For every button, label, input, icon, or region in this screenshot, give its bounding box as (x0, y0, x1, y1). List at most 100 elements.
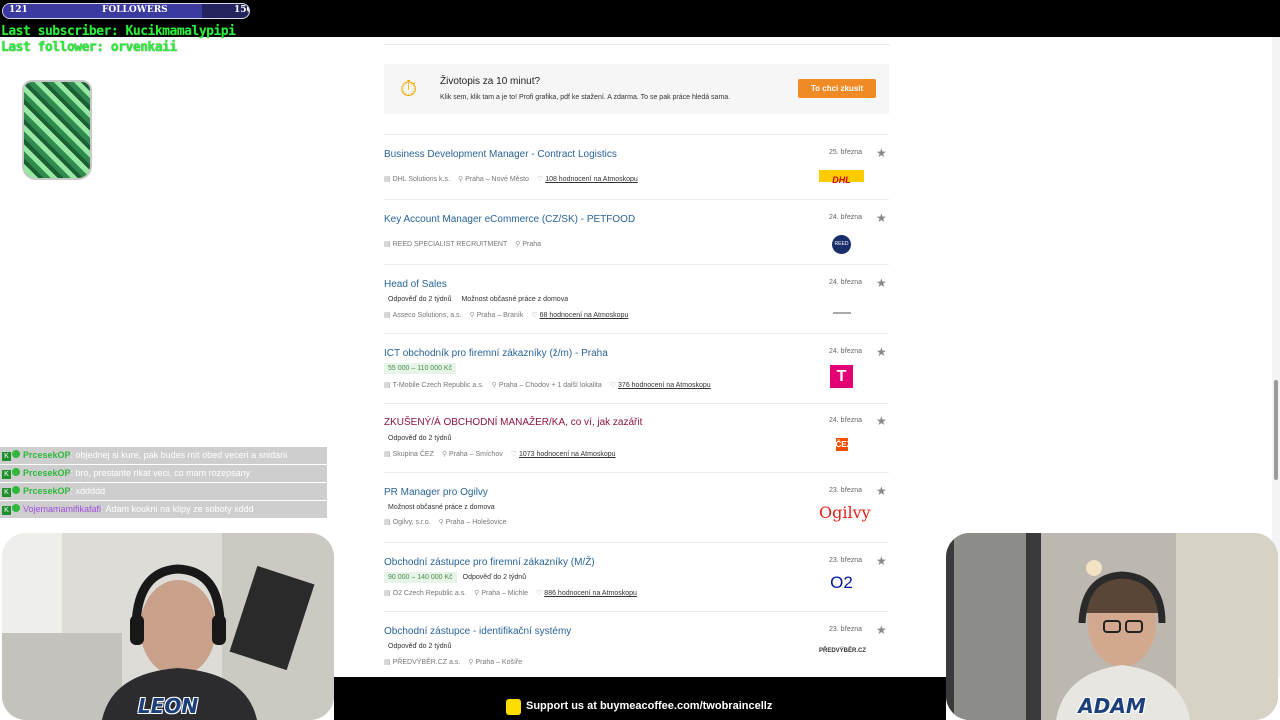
chat-username: PrcesekOP (23, 450, 71, 460)
star-icon[interactable]: ★ (876, 623, 887, 637)
building-icon: ▤ (384, 519, 391, 526)
screen: 121 FOLLOWERS 150 Last subscriber: Kucik… (0, 0, 1280, 720)
job-location: Praha – Nové Město (465, 176, 529, 183)
company-name: PŘEDVÝBĚR.CZ a.s. (392, 659, 461, 666)
webcam-right: ADAM (946, 533, 1278, 720)
job-listing[interactable]: Key Account Manager eCommerce (CZ/SK) - … (384, 199, 889, 264)
location-pin-icon: ⚲ (469, 312, 475, 319)
star-icon[interactable]: ★ (876, 554, 887, 568)
stream-chat: K PrcesekOP: objednej si kure, pak budes … (0, 447, 327, 519)
job-title-link[interactable]: Obchodní zástupce - identifikační systém… (384, 626, 571, 637)
company-name: DHL Solutions k.s. (392, 176, 450, 183)
chat-text: : bro, prestante rikat veci, co mam roze… (70, 468, 251, 478)
reviews-link[interactable]: 1073 hodnocení na Atmoskopu (519, 451, 616, 458)
support-banner: Support us at buymeacoffee.com/twobrainc… (334, 677, 946, 720)
webcam-left-video (2, 533, 334, 720)
job-location: Praha – Holešovice (445, 519, 507, 526)
job-meta: ▤ REED SPECIALIST RECRUITMENT ⚲ Praha (384, 240, 541, 248)
reviews-link[interactable]: 376 hodnocení na Atmoskopu (618, 382, 711, 389)
tag: Možnost občasné práce z domova (388, 504, 495, 511)
job-date: 25. března (829, 149, 863, 156)
job-location: Praha – Košíře (475, 659, 523, 666)
job-list: Business Development Manager - Contract … (384, 134, 889, 677)
star-icon[interactable]: ★ (876, 211, 887, 225)
chat-text: : objednej si kure, pak budes mit obed v… (70, 450, 288, 460)
company-name: T-Mobile Czech Republic a.s. (392, 382, 484, 389)
job-title-link[interactable]: Business Development Manager - Contract … (384, 149, 617, 160)
chat-message: K PrcesekOP: xddddd (0, 483, 327, 500)
job-listing[interactable]: Obchodní zástupce - identifikační systém… (384, 611, 889, 677)
job-listing[interactable]: Business Development Manager - Contract … (384, 134, 889, 199)
scrollbar-thumb[interactable] (1274, 380, 1278, 480)
followers-goal: 150 (234, 5, 249, 15)
heart-icon: ♡ (536, 590, 543, 597)
company-logo: Ogilvy (819, 503, 871, 522)
badge-icon: K (2, 452, 11, 461)
company-name: REED SPECIALIST RECRUITMENT (392, 241, 508, 248)
promo-title: Životopis za 10 minut? (440, 76, 541, 87)
location-pin-icon: ⚲ (491, 382, 497, 389)
chat-message: K Vojemamamifikafafi: Adam koukni na klip… (0, 501, 327, 518)
chat-username: PrcesekOP (23, 468, 71, 478)
job-listing[interactable]: PR Manager pro Ogilvy 23. března ★ Možno… (384, 472, 889, 542)
heart-icon: ♡ (510, 451, 517, 458)
tag: Odpověď do 2 týdnů (462, 574, 527, 581)
job-date: 23. března (829, 557, 863, 564)
star-icon[interactable]: ★ (876, 414, 887, 428)
company-logo: PŘEDVÝBĚR.CZ (819, 648, 867, 654)
company-name: O2 Czech Republic a.s. (392, 590, 467, 597)
salary-tag: 90 000 – 140 000 Kč (384, 572, 457, 583)
webcam-right-video (946, 533, 1278, 720)
stopwatch-icon: ⏱ (400, 76, 418, 101)
heart-icon: ♡ (609, 382, 617, 389)
company-logo: DHL (819, 170, 864, 185)
reviews-link[interactable]: 886 hodnocení na Atmoskopu (544, 590, 637, 597)
star-icon[interactable]: ★ (876, 345, 887, 359)
job-date: 24. března (829, 214, 863, 221)
chat-message: K PrcesekOP: objednej si kure, pak budes … (0, 447, 327, 464)
job-listing[interactable]: ICT obchodník pro firemní zákazníky (ž/m… (384, 333, 889, 403)
building-icon: ▤ (384, 659, 391, 666)
tag: Odpověď do 2 týdnů (388, 435, 452, 442)
coffee-cup-icon (506, 699, 521, 715)
company-name: Ogilvy, s.r.o. (392, 519, 431, 526)
reviews-link[interactable]: 68 hodnocení na Atmoskopu (540, 312, 629, 319)
job-title-link[interactable]: Obchodní zástupce pro firemní zákazníky … (384, 557, 595, 568)
location-pin-icon: ⚲ (457, 176, 464, 183)
job-location: Praha – Braník (476, 312, 524, 319)
job-date: 23. března (829, 487, 863, 494)
job-tags: Odpověď do 2 týdnů (384, 641, 457, 652)
building-icon: ▤ (384, 382, 391, 389)
reviews-link[interactable]: 108 hodnocení na Atmoskopu (545, 176, 638, 183)
job-title-link[interactable]: Key Account Manager eCommerce (CZ/SK) - … (384, 214, 635, 225)
building-icon: ▤ (384, 176, 391, 183)
building-icon: ▤ (384, 590, 391, 597)
location-pin-icon: ⚲ (515, 241, 521, 248)
location-pin-icon: ⚲ (474, 590, 480, 597)
job-title-link[interactable]: Head of Sales (384, 279, 447, 290)
heart-icon: ♡ (536, 176, 544, 183)
job-meta: ▤ T-Mobile Czech Republic a.s. ⚲ Praha – Ch… (384, 381, 711, 389)
job-tags: Odpověď do 2 týdnů (384, 433, 457, 444)
cv-promo-banner: ⏱ Životopis za 10 minut? Klik sem, klik … (384, 64, 889, 114)
job-listing[interactable]: Head of Sales 24. března ★ Odpověď do 2 … (384, 264, 889, 333)
star-icon[interactable]: ★ (876, 146, 887, 160)
job-title-link[interactable]: ZKUŠENÝ/Á OBCHODNÍ MANAŽER/KA, co ví, ja… (384, 417, 642, 428)
job-listing[interactable]: Obchodní zástupce pro firemní zákazníky … (384, 542, 889, 611)
job-listing[interactable]: ZKUŠENÝ/Á OBCHODNÍ MANAŽER/KA, co ví, ja… (384, 403, 889, 472)
job-date: 24. března (829, 348, 863, 355)
company-name: Skupina ČEZ (392, 451, 434, 458)
tag: Odpověď do 2 týdnů (388, 643, 452, 650)
star-icon[interactable]: ★ (876, 276, 887, 290)
tip-jar-icon (22, 80, 92, 180)
job-title-link[interactable]: ICT obchodník pro firemní zákazníky (ž/m… (384, 348, 608, 359)
streamer-name-right: ADAM (1078, 694, 1146, 718)
location-pin-icon: ⚲ (438, 519, 444, 526)
star-icon[interactable]: ★ (876, 484, 887, 498)
badge-icon: K (2, 488, 11, 497)
job-title-link[interactable]: PR Manager pro Ogilvy (384, 487, 488, 498)
last-subscriber: Last subscriber: Kucikmamalypipi (1, 24, 236, 39)
chat-username: PrcesekOP (23, 486, 71, 496)
try-cv-button[interactable]: To chci zkusit (798, 79, 876, 98)
job-meta: ▤ Asseco Solutions, a.s. ⚲ Praha – Braník ♡ 6… (384, 311, 628, 319)
